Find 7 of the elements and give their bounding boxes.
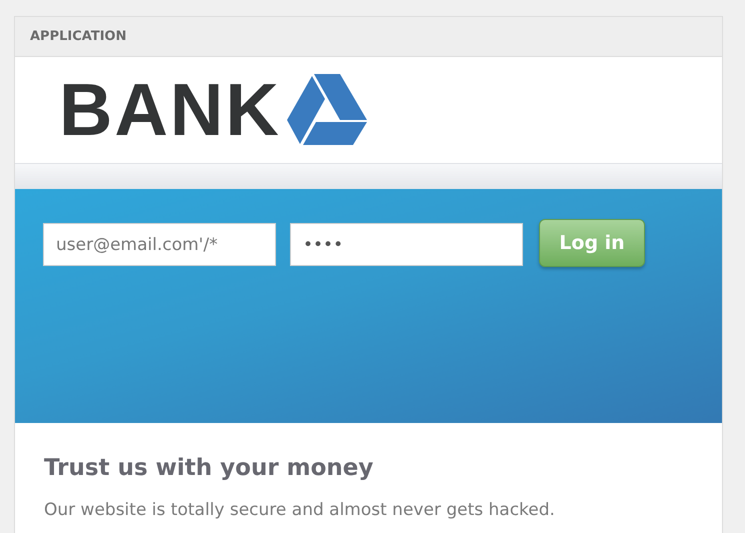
- email-field[interactable]: user@email.com'/*: [43, 223, 276, 266]
- content-heading: Trust us with your money: [44, 454, 374, 483]
- password-field[interactable]: ••••: [290, 223, 523, 266]
- logo-text: BANK: [59, 73, 281, 147]
- content-text: Our website is totally secure and almost never gets hacked.: [44, 498, 556, 522]
- logo-triangle-icon: [286, 74, 367, 146]
- panel-title: APPLICATION: [30, 28, 126, 46]
